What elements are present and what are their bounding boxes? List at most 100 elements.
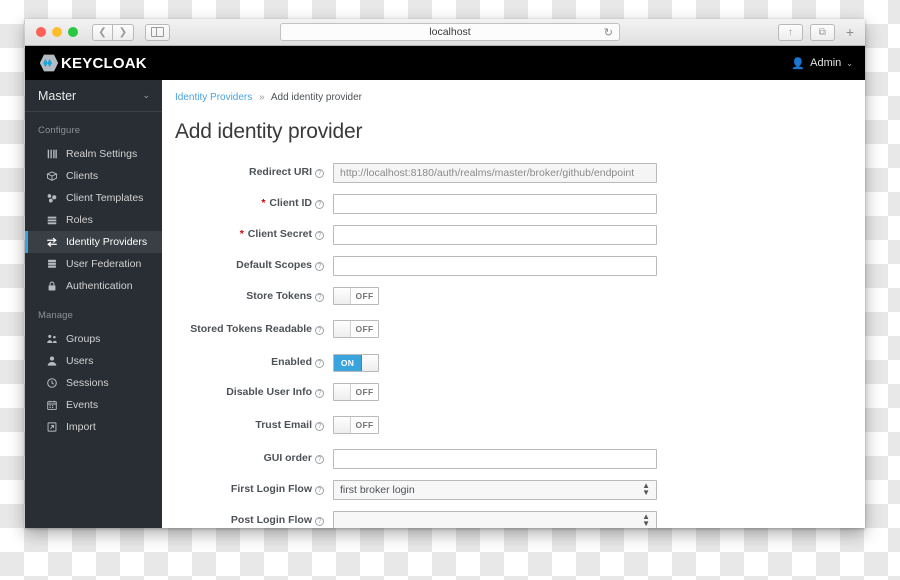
back-button[interactable]: ❮ <box>92 23 113 41</box>
field-control: ▲ ▼ <box>333 511 657 528</box>
form-row: GUI order? <box>175 449 865 469</box>
field-control: ON <box>333 353 657 372</box>
post-login-flow-select[interactable]: ▲ ▼ <box>333 511 657 528</box>
clock-icon <box>46 377 58 389</box>
maximize-window-button[interactable] <box>68 27 78 37</box>
new-tab-button[interactable]: + <box>842 24 858 40</box>
client-id-input[interactable] <box>333 194 657 214</box>
field-label: Trust Email? <box>175 416 333 433</box>
list-icon <box>46 214 58 226</box>
enabled-toggle[interactable]: ON <box>333 354 379 372</box>
help-icon[interactable]: ? <box>315 422 324 431</box>
sidebar-item-client-templates[interactable]: Client Templates <box>25 187 162 209</box>
field-label: First Login Flow? <box>175 480 333 497</box>
help-icon[interactable]: ? <box>315 169 324 178</box>
help-icon[interactable]: ? <box>315 455 324 464</box>
sidebar-item-realm-settings[interactable]: Realm Settings <box>25 143 162 165</box>
close-window-button[interactable] <box>36 27 46 37</box>
disable-user-info-toggle[interactable]: OFF <box>333 383 379 401</box>
toggle-state-label: OFF <box>351 384 378 400</box>
sidebar-item-clients[interactable]: Clients <box>25 165 162 187</box>
field-control <box>333 256 657 276</box>
field-label-text: Client ID <box>269 197 312 209</box>
breadcrumb-parent-link[interactable]: Identity Providers <box>175 92 252 103</box>
keycloak-brand-text: KEYCLOAK <box>61 54 147 72</box>
field-control <box>333 163 657 183</box>
field-label-text: Default Scopes <box>236 259 312 271</box>
field-label: Post Login Flow? <box>175 511 333 528</box>
sidebar-section-title: Manage <box>38 310 73 321</box>
field-label-text: Stored Tokens Readable <box>190 323 312 335</box>
sidebar-item-identity-providers[interactable]: Identity Providers <box>25 231 162 253</box>
forward-button[interactable]: ❯ <box>113 23 134 41</box>
sidebar-item-label: Users <box>66 355 94 367</box>
field-control: OFF <box>333 320 657 342</box>
sidebar-item-groups[interactable]: Groups <box>25 328 162 350</box>
sidebar-item-sessions[interactable]: Sessions <box>25 372 162 394</box>
browser-window: ❮ ❯ localhost ↻ ↑ ⧉ + KEYCLOAK 👤 Admin ⌄… <box>25 19 865 528</box>
sidebar-item-user-federation[interactable]: User Federation <box>25 253 162 275</box>
form-row: Disable User Info? OFF <box>175 383 865 405</box>
field-label-text: Disable User Info <box>226 386 312 398</box>
sidebar-item-users[interactable]: Users <box>25 350 162 372</box>
client-secret-input[interactable] <box>333 225 657 245</box>
share-button[interactable]: ↑ <box>777 23 803 41</box>
reload-icon[interactable]: ↻ <box>604 26 613 39</box>
chrome-right-controls: ↑ ⧉ + <box>777 23 858 41</box>
field-label: * Client ID? <box>175 194 333 211</box>
first-login-flow-select[interactable]: first broker login ▲ ▼ <box>333 480 657 500</box>
help-icon[interactable]: ? <box>315 231 324 240</box>
field-label: Redirect URI? <box>175 163 333 180</box>
default-scopes-input[interactable] <box>333 256 657 276</box>
sidebar-item-authentication[interactable]: Authentication <box>25 275 162 297</box>
main-content: Identity Providers » Add identity provid… <box>162 80 865 528</box>
sidebar-item-label: Groups <box>66 333 101 345</box>
admin-user-menu[interactable]: 👤 Admin ⌄ <box>791 57 853 70</box>
field-control <box>333 194 657 214</box>
sidebar-toggle-button[interactable] <box>145 23 170 41</box>
help-icon[interactable]: ? <box>315 359 324 368</box>
realm-selector[interactable]: Master ⌄ <box>25 80 162 112</box>
store-tokens-toggle[interactable]: OFF <box>333 287 379 305</box>
sidebar-nav: Configure Realm Settings Clients Client Tem… <box>25 112 162 438</box>
keycloak-logo[interactable]: KEYCLOAK <box>39 53 147 73</box>
field-label-text: Client Secret <box>247 228 312 240</box>
field-label-text: First Login Flow <box>230 483 312 495</box>
toggle-state-label: OFF <box>351 417 378 433</box>
select-arrows-icon: ▲ ▼ <box>642 512 650 528</box>
required-marker: * <box>261 197 266 209</box>
page-title: Add identity provider <box>175 120 363 143</box>
help-icon[interactable]: ? <box>315 326 324 335</box>
field-label: Disable User Info? <box>175 383 333 400</box>
help-icon[interactable]: ? <box>315 486 324 495</box>
sidebar-item-events[interactable]: Events <box>25 394 162 416</box>
address-bar[interactable]: localhost ↻ <box>280 23 620 41</box>
field-label: GUI order? <box>175 449 333 466</box>
cube-icon <box>46 170 58 182</box>
field-label: Store Tokens? <box>175 287 333 304</box>
help-icon[interactable]: ? <box>315 517 324 526</box>
sidebar-item-import[interactable]: Import <box>25 416 162 438</box>
minimize-window-button[interactable] <box>52 27 62 37</box>
user-icon: 👤 <box>791 57 806 70</box>
sidebar-item-label: Events <box>66 399 99 411</box>
help-icon[interactable]: ? <box>315 262 324 271</box>
show-tabs-button[interactable]: ⧉ <box>809 23 835 41</box>
stored-tokens-readable-toggle[interactable]: OFF <box>333 320 379 338</box>
help-icon[interactable]: ? <box>315 389 324 398</box>
help-icon[interactable]: ? <box>315 293 324 302</box>
gui-order-input[interactable] <box>333 449 657 469</box>
calendar-icon <box>46 399 58 411</box>
breadcrumb-separator: » <box>259 92 265 103</box>
share-icon: ↑ <box>787 26 793 38</box>
form-row: Trust Email? OFF <box>175 416 865 438</box>
trust-email-toggle[interactable]: OFF <box>333 416 379 434</box>
help-icon[interactable]: ? <box>315 200 324 209</box>
sidebar-item-label: Realm Settings <box>66 148 138 160</box>
database-icon <box>46 258 58 270</box>
molecule-icon <box>46 192 58 204</box>
toggle-state-label: OFF <box>351 321 378 337</box>
select-arrows-icon: ▲ ▼ <box>642 481 650 497</box>
sidebar-item-roles[interactable]: Roles <box>25 209 162 231</box>
sidebar: Master ⌄ Configure Realm Settings Clients C… <box>25 80 162 528</box>
